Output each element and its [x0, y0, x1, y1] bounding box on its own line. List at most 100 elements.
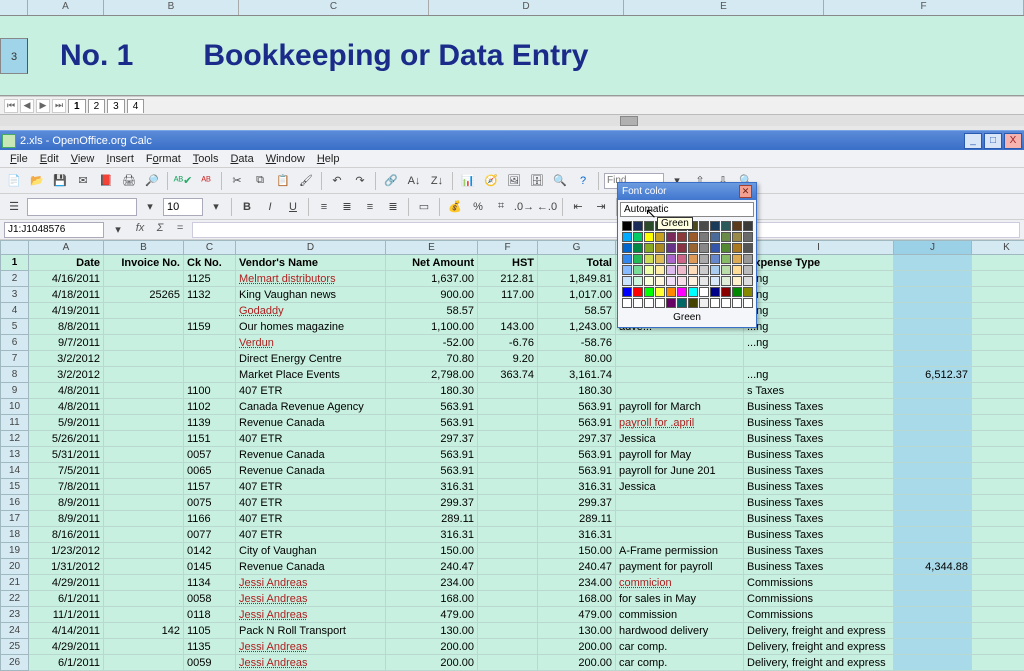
color-swatch[interactable] — [732, 265, 742, 275]
datasource-icon[interactable]: 🗄 — [527, 171, 547, 191]
paste-icon[interactable]: 📋 — [273, 171, 293, 191]
menu-data[interactable]: Data — [224, 151, 259, 167]
row-hdr[interactable]: 13 — [1, 447, 29, 463]
close-button[interactable]: X — [1004, 133, 1022, 149]
navigator-icon[interactable]: 🧭 — [481, 171, 501, 191]
color-swatch[interactable] — [688, 298, 698, 308]
color-swatch[interactable] — [710, 221, 720, 231]
bold-button[interactable]: B — [237, 197, 257, 217]
color-swatch[interactable] — [688, 276, 698, 286]
popup-close-icon[interactable]: ✕ — [739, 185, 752, 198]
color-swatch[interactable] — [743, 276, 753, 286]
top-hscroll[interactable] — [0, 114, 1024, 126]
new-icon[interactable]: 📄 — [4, 171, 24, 191]
italic-button[interactable]: I — [260, 197, 280, 217]
color-swatch[interactable] — [677, 265, 687, 275]
color-swatch[interactable] — [732, 232, 742, 242]
row-hdr[interactable]: 4 — [1, 303, 29, 319]
color-swatch[interactable] — [743, 221, 753, 231]
color-swatch[interactable] — [677, 232, 687, 242]
row-hdr[interactable]: 12 — [1, 431, 29, 447]
add-decimal-icon[interactable]: .0→ — [514, 197, 534, 217]
row-hdr[interactable]: 8 — [1, 367, 29, 383]
color-swatch[interactable] — [633, 298, 643, 308]
row-hdr[interactable]: 3 — [1, 287, 29, 303]
color-swatch[interactable] — [633, 254, 643, 264]
color-swatch[interactable] — [666, 254, 676, 264]
color-swatch[interactable] — [732, 254, 742, 264]
color-swatch[interactable] — [655, 298, 665, 308]
row-hdr[interactable]: 19 — [1, 543, 29, 559]
sort-asc-icon[interactable]: A↓ — [404, 171, 424, 191]
color-swatch[interactable] — [666, 243, 676, 253]
col-F[interactable]: F — [478, 241, 538, 255]
color-swatch[interactable] — [743, 298, 753, 308]
col-B[interactable]: B — [104, 241, 184, 255]
color-swatch[interactable] — [633, 232, 643, 242]
color-swatch[interactable] — [622, 221, 632, 231]
font-size-input[interactable] — [163, 198, 203, 216]
row-hdr[interactable]: 17 — [1, 511, 29, 527]
row-hdr[interactable]: 26 — [1, 655, 29, 671]
color-swatch[interactable] — [666, 276, 676, 286]
menu-view[interactable]: View — [65, 151, 101, 167]
sheet-tab-1[interactable]: 1 — [68, 99, 86, 113]
color-swatch[interactable] — [622, 254, 632, 264]
menu-insert[interactable]: Insert — [100, 151, 140, 167]
color-swatch[interactable] — [622, 243, 632, 253]
color-swatch[interactable] — [622, 265, 632, 275]
color-swatch[interactable] — [655, 243, 665, 253]
merge-cells-icon[interactable]: ▭ — [414, 197, 434, 217]
row-hdr[interactable]: 23 — [1, 607, 29, 623]
color-swatch[interactable] — [688, 254, 698, 264]
menu-window[interactable]: Window — [260, 151, 311, 167]
color-swatch[interactable] — [721, 265, 731, 275]
font-size-dropdown-icon[interactable]: ▾ — [206, 197, 226, 217]
color-swatch[interactable] — [655, 254, 665, 264]
color-swatch[interactable] — [743, 243, 753, 253]
color-swatch[interactable] — [710, 254, 720, 264]
color-swatch[interactable] — [622, 287, 632, 297]
color-swatch[interactable] — [622, 298, 632, 308]
tab-next-icon[interactable]: ▶ — [36, 99, 50, 113]
color-swatch[interactable] — [743, 265, 753, 275]
color-swatch[interactable] — [699, 276, 709, 286]
color-swatch[interactable] — [633, 287, 643, 297]
col-J[interactable]: J — [894, 241, 972, 255]
currency-icon[interactable]: 💰 — [445, 197, 465, 217]
color-swatch[interactable] — [644, 243, 654, 253]
color-swatch[interactable] — [677, 254, 687, 264]
color-swatch[interactable] — [644, 254, 654, 264]
color-swatch[interactable] — [633, 265, 643, 275]
color-swatch[interactable] — [677, 298, 687, 308]
color-swatch[interactable] — [655, 276, 665, 286]
color-swatch[interactable] — [655, 232, 665, 242]
popup-titlebar[interactable]: Font color ✕ — [618, 183, 756, 200]
color-swatch[interactable] — [644, 287, 654, 297]
name-box-dropdown-icon[interactable]: ▾ — [108, 220, 128, 240]
font-name-input[interactable] — [27, 198, 137, 216]
tab-first-icon[interactable]: ⏮ — [4, 99, 18, 113]
row-hdr[interactable]: 15 — [1, 479, 29, 495]
spellcheck-icon[interactable]: ᴬᴮ✔ — [173, 171, 193, 191]
row-hdr[interactable]: 14 — [1, 463, 29, 479]
color-swatch[interactable] — [743, 232, 753, 242]
row-hdr[interactable]: 6 — [1, 335, 29, 351]
standard-format-icon[interactable]: ⌗ — [491, 197, 511, 217]
color-swatch[interactable] — [710, 265, 720, 275]
hyperlink-icon[interactable]: 🔗 — [381, 171, 401, 191]
color-swatch[interactable] — [644, 298, 654, 308]
row-hdr[interactable]: 21 — [1, 575, 29, 591]
help-icon[interactable]: ? — [573, 171, 593, 191]
color-swatch[interactable] — [677, 243, 687, 253]
zoom-icon[interactable]: 🔍 — [550, 171, 570, 191]
col-A[interactable]: A — [29, 241, 104, 255]
color-swatch[interactable] — [688, 243, 698, 253]
row-hdr[interactable]: 2 — [1, 271, 29, 287]
color-automatic-button[interactable]: Automatic — [620, 202, 754, 217]
sheet-tab-2[interactable]: 2 — [88, 99, 106, 113]
color-swatch[interactable] — [732, 243, 742, 253]
tab-last-icon[interactable]: ⏭ — [52, 99, 66, 113]
select-all[interactable] — [1, 241, 29, 255]
color-swatch[interactable] — [699, 221, 709, 231]
